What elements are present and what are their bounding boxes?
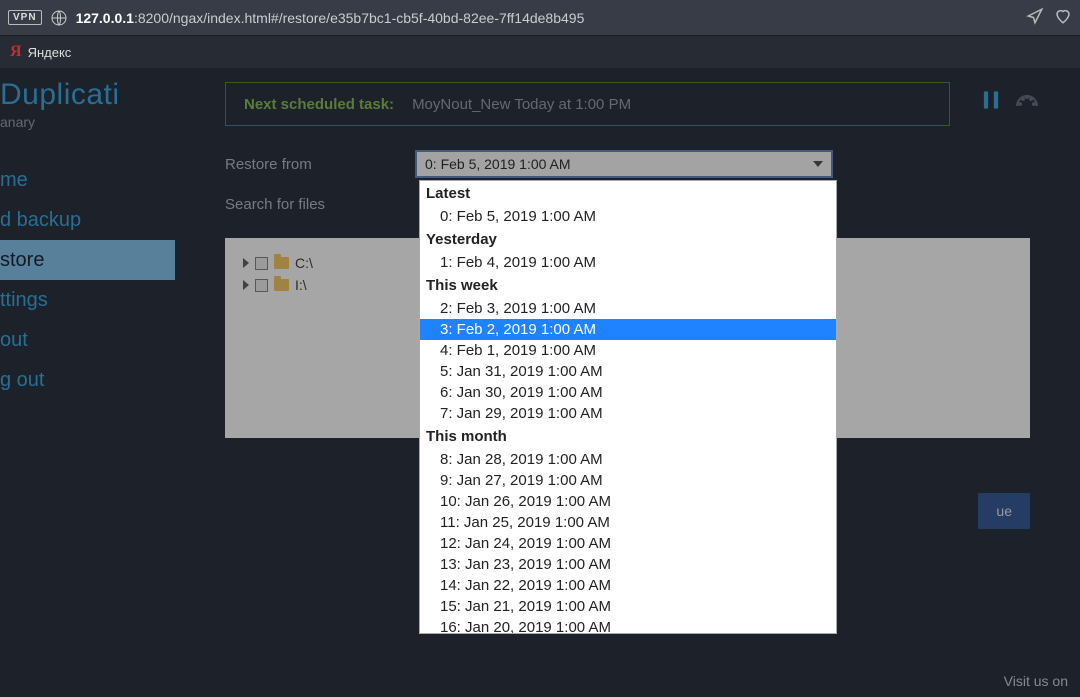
pause-icon[interactable] [982,90,1000,115]
yandex-bar: Я Яндекс [0,36,1080,68]
dropdown-item[interactable]: 16: Jan 20, 2019 1:00 AM [420,617,836,633]
browser-address-bar: VPN 127.0.0.1:8200/ngax/index.html#/rest… [0,0,1080,36]
dropdown-item[interactable]: 1: Feb 4, 2019 1:00 AM [420,252,836,273]
next-task-banner: Next scheduled task: MoyNout_New Today a… [225,82,950,126]
next-task-value: MoyNout_New Today at 1:00 PM [412,96,631,113]
dropdown-item[interactable]: 4: Feb 1, 2019 1:00 AM [420,340,836,361]
dropdown-item[interactable]: 6: Jan 30, 2019 1:00 AM [420,382,836,403]
next-task-label: Next scheduled task: [244,96,394,113]
folder-icon [274,257,289,269]
dropdown-item[interactable]: 13: Jan 23, 2019 1:00 AM [420,554,836,575]
dropdown-group-header: Yesterday [420,227,836,252]
dropdown-item[interactable]: 2: Feb 3, 2019 1:00 AM [420,298,836,319]
restore-version-select[interactable]: 0: Feb 5, 2019 1:00 AM [415,150,833,178]
url-path: :8200/ngax/index.html#/restore/e35b7bc1-… [134,10,584,26]
sidebar-item-restore[interactable]: store [0,240,175,280]
url-field[interactable]: 127.0.0.1:8200/ngax/index.html#/restore/… [76,10,1018,26]
sidebar: Duplicati anary me d backup store ttings… [0,68,175,697]
dropdown-group-header: Latest [420,181,836,206]
dropdown-item[interactable]: 12: Jan 24, 2019 1:00 AM [420,533,836,554]
expand-icon[interactable] [243,258,249,268]
sidebar-item-home[interactable]: me [0,160,175,200]
expand-icon[interactable] [243,280,249,290]
drive-c-label: C:\ [295,255,313,271]
heart-icon[interactable] [1054,7,1072,28]
dropdown-group-header: This week [420,273,836,298]
dropdown-item[interactable]: 9: Jan 27, 2019 1:00 AM [420,470,836,491]
checkbox[interactable] [255,279,268,292]
continue-button[interactable]: ue [978,493,1030,529]
throttle-icon[interactable] [1014,91,1040,114]
sidebar-item-logout[interactable]: g out [0,360,175,400]
sidebar-item-settings[interactable]: ttings [0,280,175,320]
dropdown-item[interactable]: 7: Jan 29, 2019 1:00 AM [420,403,836,424]
version-dropdown[interactable]: Latest0: Feb 5, 2019 1:00 AMYesterday1: … [419,180,837,634]
yandex-logo-icon: Я [10,43,22,61]
drive-i-label: I:\ [295,277,307,293]
search-files-label: Search for files [225,196,415,213]
dropdown-item[interactable]: 14: Jan 22, 2019 1:00 AM [420,575,836,596]
folder-icon [274,279,289,291]
dropdown-item[interactable]: 15: Jan 21, 2019 1:00 AM [420,596,836,617]
dropdown-item[interactable]: 0: Feb 5, 2019 1:00 AM [420,206,836,227]
dropdown-item[interactable]: 3: Feb 2, 2019 1:00 AM [420,319,836,340]
dropdown-item[interactable]: 8: Jan 28, 2019 1:00 AM [420,449,836,470]
dropdown-group-header: This month [420,424,836,449]
footer-visit: Visit us on [1004,673,1068,689]
vpn-badge: VPN [8,10,42,25]
sidebar-nav: me d backup store ttings out g out [0,160,175,400]
app-title: Duplicati [0,78,175,112]
restore-version-selected: 0: Feb 5, 2019 1:00 AM [425,156,571,172]
restore-from-label: Restore from [225,156,415,173]
checkbox[interactable] [255,257,268,270]
send-icon[interactable] [1026,7,1044,28]
url-host: 127.0.0.1 [76,10,134,26]
app-subtitle: anary [0,114,175,130]
dropdown-item[interactable]: 10: Jan 26, 2019 1:00 AM [420,491,836,512]
yandex-label[interactable]: Яндекс [28,45,72,60]
dropdown-item[interactable]: 5: Jan 31, 2019 1:00 AM [420,361,836,382]
globe-icon [50,9,68,27]
dropdown-item[interactable]: 11: Jan 25, 2019 1:00 AM [420,512,836,533]
sidebar-item-add-backup[interactable]: d backup [0,200,175,240]
sidebar-item-about[interactable]: out [0,320,175,360]
